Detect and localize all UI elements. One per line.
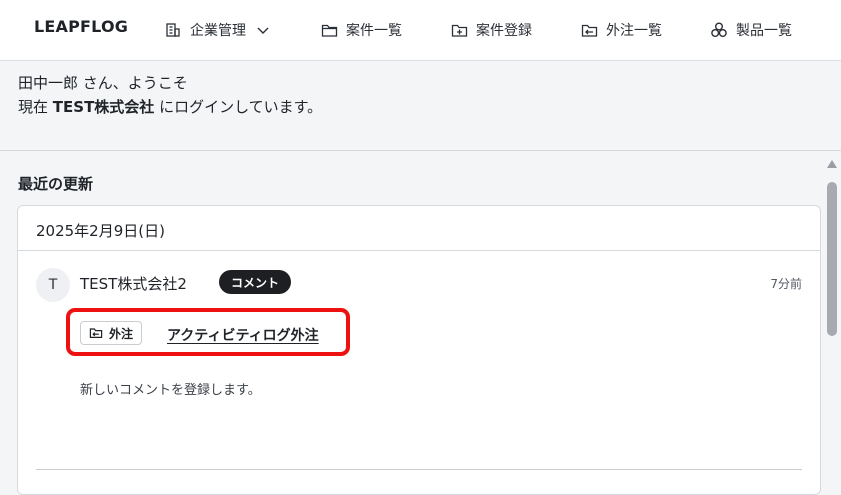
outsource-tag: 外注 [80,321,143,345]
welcome-message: 田中一郎 さん、ようこそ 現在 TEST株式会社 にログインしています。 [18,71,322,119]
nav-project-register[interactable]: 案件登録 [450,19,532,41]
scroll-up-arrow-icon[interactable] [827,160,837,168]
nav-project-list[interactable]: 案件一覧 [320,19,402,41]
update-date: 2025年2月9日(日) [36,222,165,240]
tag-label: 外注 [109,326,134,341]
outsource-icon [89,327,103,339]
nav-company-management[interactable]: 企業管理 [164,19,272,41]
vertical-scrollbar[interactable] [824,151,841,475]
top-navigation-bar: LEAPFLOG 企業管理 案件一覧 案件登録 外注一覧 製品一覧 [0,0,841,61]
login-status-text: 現在 TEST株式会社 にログインしています。 [18,98,323,116]
section-divider [0,150,841,151]
nav-label: 案件一覧 [346,23,402,39]
recent-updates-title: 最近の更新 [18,175,94,193]
building-icon [164,21,182,39]
item-divider [36,469,802,470]
comment-badge: コメント [219,270,292,294]
current-company: TEST株式会社 [52,98,155,116]
card-divider [18,250,820,251]
folder-icon [320,21,338,39]
chevron-down-icon [254,21,272,39]
update-timestamp: 7分前 [770,277,802,291]
folder-plus-icon [450,21,468,39]
nav-outsource-list[interactable]: 外注一覧 [580,19,662,41]
app-logo[interactable]: LEAPFLOG [34,17,128,36]
nav-label: 製品一覧 [736,23,792,39]
activity-log-outsource-link[interactable]: アクティビティログ外注 [167,325,319,345]
scrollbar-thumb[interactable] [827,182,837,336]
outsource-icon [580,21,598,39]
products-icon [710,21,728,39]
avatar: T [36,268,70,302]
comment-text: 新しいコメントを登録します。 [80,383,261,398]
update-company-name: TEST株式会社2 [80,275,187,293]
nav-label: 企業管理 [190,23,246,39]
nav-label: 案件登録 [476,23,532,39]
nav-label: 外注一覧 [606,23,662,39]
updates-card: 2025年2月9日(日) T TEST株式会社2 コメント 7分前 外注 アクテ… [17,205,821,495]
greeting-text: 田中一郎 さん、ようこそ [18,74,188,92]
nav-product-list[interactable]: 製品一覧 [710,19,792,41]
